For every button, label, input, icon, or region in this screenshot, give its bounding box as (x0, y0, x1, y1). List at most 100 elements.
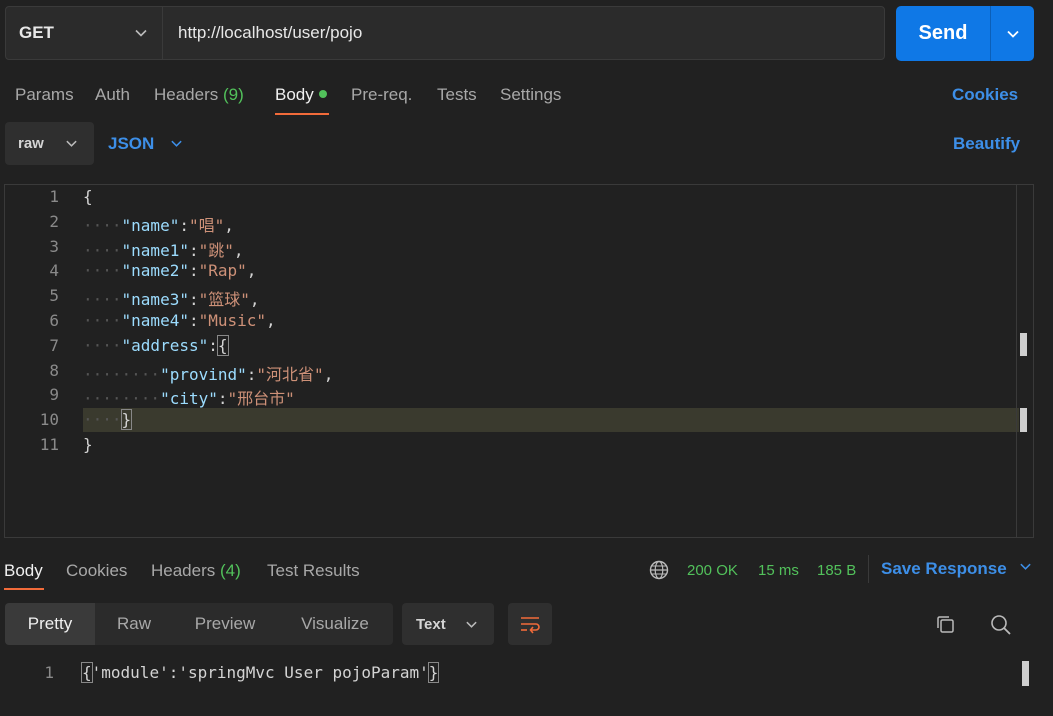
indent-guide: ···· (83, 261, 122, 281)
body-modified-dot (318, 90, 327, 98)
response-content[interactable]: {'module':'springMvc User pojoParam'} (81, 662, 440, 683)
status-code[interactable]: 200 OK (687, 560, 738, 582)
response-line-number: 1 (44, 663, 54, 682)
wrap-lines-icon (521, 617, 540, 634)
search-icon[interactable] (989, 613, 1013, 637)
chevron-down-icon (1020, 563, 1032, 570)
line-number: 11 (39, 435, 59, 454)
tab-prereq[interactable]: Pre-req. (351, 84, 412, 106)
tab-tests[interactable]: Tests (437, 84, 477, 106)
json-colon: : (217, 389, 228, 409)
tab-headers-count: (9) (223, 85, 244, 104)
json-colon: : (246, 364, 257, 384)
response-close-brace: } (427, 662, 440, 683)
editor-cursor-marker (1020, 408, 1027, 432)
view-visualize[interactable]: Visualize (277, 603, 393, 645)
code-line: ····"address":{ (83, 334, 229, 356)
view-pretty[interactable]: Pretty (5, 603, 95, 645)
globe-icon[interactable] (649, 560, 669, 580)
response-type-label: Text (416, 615, 446, 633)
json-key: "provind" (160, 364, 247, 384)
body-format-select[interactable]: JSON (108, 122, 183, 165)
json-value: "唱" (188, 215, 225, 235)
body-mode-label: raw (18, 135, 44, 152)
line-number: 8 (49, 360, 59, 380)
tab-params[interactable]: Params (15, 84, 74, 106)
url-text: http://localhost/user/pojo (178, 23, 363, 42)
line-number: 1 (49, 187, 59, 206)
response-content-text: 'module':'springMvc User pojoParam' (91, 663, 429, 682)
indent-guide: ···· (83, 215, 122, 235)
json-key: "name3" (121, 290, 189, 310)
json-value: "Music" (198, 311, 267, 330)
indent-guide: ···· (83, 290, 122, 310)
response-time[interactable]: 15 ms (758, 560, 799, 582)
cookies-link[interactable]: Cookies (952, 84, 1018, 106)
code-line: } (83, 435, 93, 454)
code-line: ····"name3":"篮球", (83, 286, 260, 310)
send-button[interactable]: Send (896, 6, 1034, 61)
indent-guide: ···· (83, 410, 122, 430)
json-punct: , (266, 311, 276, 330)
brace: } (83, 435, 93, 454)
response-type-select[interactable]: Text (402, 603, 494, 645)
resp-tab-test-results[interactable]: Test Results (267, 560, 360, 582)
method-select[interactable]: GET (6, 7, 163, 59)
line-number: 10 (39, 410, 59, 430)
copy-icon[interactable] (935, 614, 957, 636)
line-number: 3 (49, 236, 59, 256)
current-line-highlight (83, 408, 1019, 432)
json-colon: : (188, 290, 199, 310)
json-punct: , (233, 240, 244, 260)
method-label: GET (19, 23, 54, 42)
url-input[interactable]: http://localhost/user/pojo (164, 7, 884, 59)
json-punct: , (249, 290, 260, 310)
code-line: ····"name2":"Rap", (83, 261, 256, 280)
editor-scrollbar[interactable] (1020, 333, 1027, 356)
json-value: "Rap" (198, 261, 247, 281)
json-punct: , (224, 215, 234, 235)
tab-body-label: Body (275, 85, 314, 104)
save-response-button[interactable]: Save Response (881, 558, 1032, 580)
json-value: "河北省" (256, 364, 324, 384)
resp-tab-cookies[interactable]: Cookies (66, 560, 127, 582)
json-punct: , (323, 364, 334, 384)
editor-scroll-track (1016, 185, 1017, 537)
tab-headers-label: Headers (154, 85, 219, 104)
chevron-down-icon (466, 621, 477, 628)
send-label: Send (918, 22, 968, 44)
view-preview[interactable]: Preview (173, 603, 277, 645)
beautify-button[interactable]: Beautify (953, 133, 1020, 155)
json-key: "name1" (121, 240, 189, 260)
line-number: 5 (49, 286, 59, 306)
wrap-lines-button[interactable] (508, 603, 552, 645)
line-number: 9 (49, 385, 59, 405)
active-tab-indicator (275, 113, 329, 115)
code-line: ····} (83, 409, 133, 431)
brace: { (83, 187, 93, 206)
request-body-editor[interactable]: 1{2 ····"name":"唱", 3 ····"name1":"跳", 4 ····… (4, 184, 1034, 538)
code-line: ····"name1":"跳", (83, 237, 244, 261)
resp-tab-headers-count: (4) (220, 561, 241, 580)
tab-auth[interactable]: Auth (95, 84, 130, 106)
json-key: "address" (121, 335, 209, 355)
json-key: "city" (160, 389, 218, 409)
json-colon: : (188, 311, 199, 330)
response-size[interactable]: 185 B (817, 560, 856, 582)
send-options-button[interactable] (991, 6, 1034, 61)
body-mode-select[interactable]: raw (5, 122, 94, 165)
save-response-label: Save Response (881, 559, 1007, 578)
tab-body[interactable]: Body (275, 84, 327, 106)
tab-headers[interactable]: Headers (9) (154, 84, 244, 106)
json-value: "邢台市" (227, 389, 295, 409)
indent-guide: ···· (83, 311, 122, 330)
indent-guide: ········ (83, 389, 161, 409)
view-raw[interactable]: Raw (95, 603, 173, 645)
resp-tab-headers-label: Headers (151, 561, 216, 580)
response-open-brace: { (81, 662, 93, 683)
response-scrollbar[interactable] (1022, 661, 1029, 686)
resp-tab-headers[interactable]: Headers (4) (151, 560, 241, 582)
tab-settings[interactable]: Settings (500, 84, 561, 106)
resp-tab-body[interactable]: Body (4, 560, 43, 582)
json-value: "跳" (198, 240, 234, 260)
